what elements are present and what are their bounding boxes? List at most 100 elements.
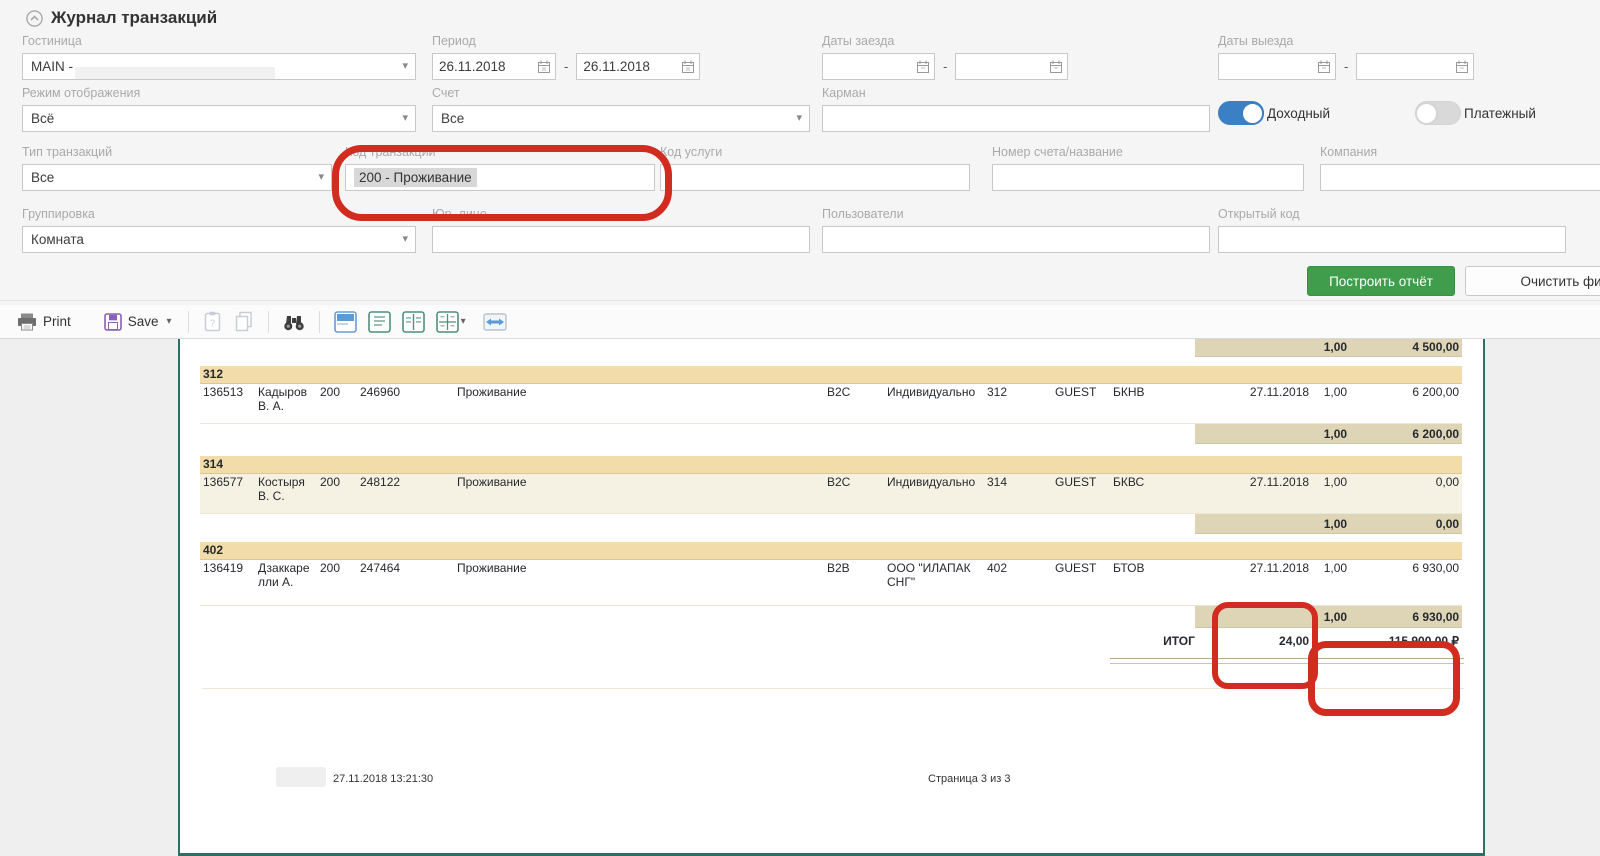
- grouping-select[interactable]: Комната: [22, 226, 416, 253]
- filter-account: Счет Все: [432, 86, 810, 132]
- hotel-select[interactable]: MAIN -: [22, 53, 416, 80]
- calendar-icon: [917, 60, 929, 73]
- single-page-view-button[interactable]: [367, 310, 392, 334]
- subtotal-qty: 1,00: [1312, 424, 1350, 444]
- open-code-input[interactable]: [1218, 226, 1566, 253]
- cell-id: 136513: [200, 384, 255, 424]
- subtotal-qty: 1,00: [1312, 514, 1350, 534]
- income-toggle[interactable]: [1218, 101, 1264, 125]
- cell-id: 136577: [200, 474, 255, 514]
- group-room: 314: [200, 456, 1462, 474]
- cell-room: 402: [984, 560, 1052, 606]
- cell-account: ООО "ИЛАПАК СНГ": [884, 560, 984, 606]
- copy-pages-button[interactable]: [233, 310, 255, 333]
- filter-company-label: Компания: [1320, 145, 1600, 160]
- tx-type-value: Все: [31, 170, 54, 185]
- users-input[interactable]: [822, 226, 1210, 253]
- export-clipboard-button[interactable]: ?: [202, 310, 224, 333]
- filter-account-label: Счет: [432, 86, 810, 101]
- pocket-input[interactable]: [822, 105, 1210, 132]
- carried-subtotal-row: 1,00 4 500,00: [200, 339, 1462, 357]
- cell-id: 136419: [200, 560, 255, 606]
- period-from-value: 26.11.2018: [439, 59, 506, 74]
- display-mode-select[interactable]: Всё: [22, 105, 416, 132]
- cell-room: 314: [984, 474, 1052, 514]
- collapse-panel-icon[interactable]: [26, 10, 43, 27]
- filter-panel: Журнал транзакций Гостиница MAIN - Перио…: [0, 0, 1600, 301]
- chevron-down-icon: [318, 170, 324, 183]
- departure-from-input[interactable]: [1218, 53, 1336, 80]
- filter-open-code: Открытый код: [1218, 207, 1566, 253]
- cell-qty: 1,00: [1312, 560, 1350, 606]
- calendar-icon: [538, 60, 550, 73]
- build-report-button[interactable]: Построить отчёт: [1307, 266, 1455, 296]
- payment-toggle[interactable]: [1415, 101, 1461, 125]
- service-code-input[interactable]: [660, 164, 970, 191]
- company-input[interactable]: [1320, 164, 1600, 191]
- two-page-view-button[interactable]: [401, 310, 426, 334]
- account-number-input[interactable]: [992, 164, 1304, 191]
- cell-doc-number: 247464: [357, 560, 454, 606]
- grand-total-label: ИТОГО:: [200, 628, 1195, 654]
- calendar-icon: [682, 60, 694, 73]
- filter-tx-type-label: Тип транзакций: [22, 145, 332, 160]
- cell-folio: GUEST: [1052, 474, 1110, 514]
- account-value: Все: [441, 111, 464, 126]
- filter-legal-entity-label: Юр. лицо: [432, 207, 810, 222]
- filter-tx-code-label: Код транзакций: [345, 145, 655, 160]
- filter-grouping: Группировка Комната: [22, 207, 416, 253]
- filter-period-label: Период: [432, 34, 700, 49]
- tx-code-input[interactable]: 200 - Проживание: [345, 164, 655, 191]
- group-subtotal-row: 1,00 6 200,00: [200, 424, 1462, 444]
- table-row[interactable]: 136419 Дзаккарелли А. 200 247464 Прожива…: [200, 560, 1462, 606]
- filter-pocket-label: Карман: [822, 86, 1210, 101]
- date-range-dash: -: [943, 59, 947, 74]
- period-from-input[interactable]: 26.11.2018: [432, 53, 556, 80]
- filter-service-code: Код услуги: [660, 145, 970, 191]
- cell-segment: B2C: [824, 474, 884, 514]
- filter-users-label: Пользователи: [822, 207, 1210, 222]
- departure-to-input[interactable]: [1356, 53, 1474, 80]
- save-button[interactable]: Save ▾: [101, 311, 175, 333]
- subtotal-qty: 1,00: [1312, 606, 1350, 628]
- arrival-from-input[interactable]: [822, 53, 935, 80]
- grand-total-qty: 24,00: [1195, 628, 1312, 654]
- fit-page-width-button[interactable]: [482, 311, 508, 333]
- cell-doc-number: 248122: [357, 474, 454, 514]
- tx-code-chip[interactable]: 200 - Проживание: [354, 168, 477, 187]
- legal-entity-input[interactable]: [432, 226, 810, 253]
- copy-icon: [234, 311, 254, 332]
- account-select[interactable]: Все: [432, 105, 810, 132]
- report-generated-timestamp: 27.11.2018 13:21:30: [333, 773, 433, 785]
- toolbar-separator: [268, 311, 269, 333]
- filter-tx-type: Тип транзакций Все: [22, 145, 332, 191]
- table-row[interactable]: 136577 Костыря В. С. 200 248122 Проживан…: [200, 474, 1462, 514]
- clear-filters-button[interactable]: Очистить фил: [1465, 266, 1600, 296]
- search-button[interactable]: [282, 312, 306, 332]
- display-mode-value: Всё: [31, 111, 54, 126]
- group-header-row: 312: [200, 366, 1462, 384]
- cell-amount: 6 200,00: [1350, 384, 1462, 424]
- subtotal-amount: 0,00: [1350, 514, 1462, 534]
- transaction-journal-screen: { "page_title": "Журнал транзакций", "fi…: [0, 0, 1600, 856]
- filter-account-number-label: Номер счета/название: [992, 145, 1304, 160]
- hotel-select-value: MAIN -: [31, 59, 73, 74]
- period-to-value: 26.11.2018: [583, 59, 650, 74]
- report-viewport[interactable]: 1,00 4 500,00 312 136513 Кадыров В. А. 2…: [0, 339, 1600, 856]
- filter-departure-label: Даты выезда: [1218, 34, 1474, 49]
- report-page-number: Страница 3 из 3: [928, 773, 1010, 785]
- income-toggle-label: Доходный: [1267, 106, 1330, 121]
- cell-service: Проживание: [454, 560, 824, 606]
- multi-page-view-button[interactable]: ▾: [435, 310, 467, 334]
- view-toolbar-toggle-button[interactable]: [333, 310, 358, 334]
- table-row[interactable]: 136513 Кадыров В. А. 200 246960 Проживан…: [200, 384, 1462, 424]
- binoculars-icon: [283, 313, 305, 331]
- filter-arrival-dates: Даты заезда -: [822, 34, 1068, 80]
- spacer-row: [200, 534, 1462, 542]
- svg-text:?: ?: [210, 318, 215, 328]
- tx-type-select[interactable]: Все: [22, 164, 332, 191]
- print-button[interactable]: Print: [14, 311, 74, 333]
- toggle-knob: [1241, 102, 1264, 125]
- period-to-input[interactable]: 26.11.2018: [576, 53, 700, 80]
- arrival-to-input[interactable]: [955, 53, 1068, 80]
